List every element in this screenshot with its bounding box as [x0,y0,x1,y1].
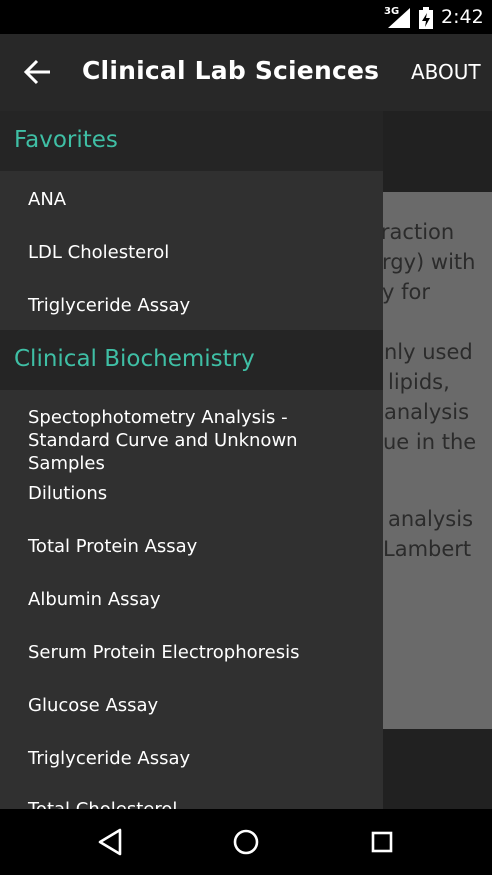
app-title: Clinical Lab Sciences [82,56,380,85]
drawer-item-triglyceride-assay-2[interactable]: Triglyceride Assay [28,747,373,770]
drawer-item-serum-protein-electrophoresis[interactable]: Serum Protein Electrophoresis [28,641,373,664]
navigation-drawer: Favorites ANA LDL Cholesterol Triglyceri… [0,111,383,809]
circle-home-icon[interactable] [231,827,261,857]
section-title: Favorites [14,127,118,153]
clock: 2:42 [441,6,484,28]
section-header-clinical-biochemistry: Clinical Biochemistry [0,330,383,390]
square-recents-icon[interactable] [367,827,397,857]
content-text-line: y for [382,280,430,304]
content-text-line: rgy) with [382,250,476,274]
content-text-line: nly used [384,340,473,364]
section-header-favorites: Favorites [0,111,383,171]
triangle-back-icon[interactable] [96,827,126,857]
drawer-item-glucose-assay[interactable]: Glucose Assay [28,694,373,717]
content-text-line: lipids, [388,370,450,394]
content-text-line: analysis [384,400,470,424]
content-text-line: ue in the [383,430,477,454]
signal-icon [388,8,410,28]
drawer-item-ldl-cholesterol[interactable]: LDL Cholesterol [28,241,373,264]
drawer-item-total-protein-assay[interactable]: Total Protein Assay [28,535,373,558]
about-button[interactable]: ABOUT [411,60,481,84]
app-bar: Clinical Lab Sciences ABOUT [0,34,492,111]
system-nav-bar [0,809,492,875]
arrow-left-icon[interactable] [22,56,54,88]
drawer-item-spectophotometry[interactable]: Spectophotometry Analysis - Standard Cur… [28,406,373,475]
section-title: Clinical Biochemistry [14,346,255,372]
content-text-line: analysis [388,507,474,531]
content-text-line: Lambert [383,537,472,561]
battery-icon [419,7,433,29]
drawer-item-dilutions[interactable]: Dilutions [28,482,373,505]
drawer-item-total-cholesterol[interactable]: Total Cholesterol [28,798,373,809]
drawer-item-ana[interactable]: ANA [28,188,373,211]
drawer-item-triglyceride-assay[interactable]: Triglyceride Assay [28,294,373,317]
status-bar: 3G 2:42 [0,0,492,34]
drawer-item-albumin-assay[interactable]: Albumin Assay [28,588,373,611]
